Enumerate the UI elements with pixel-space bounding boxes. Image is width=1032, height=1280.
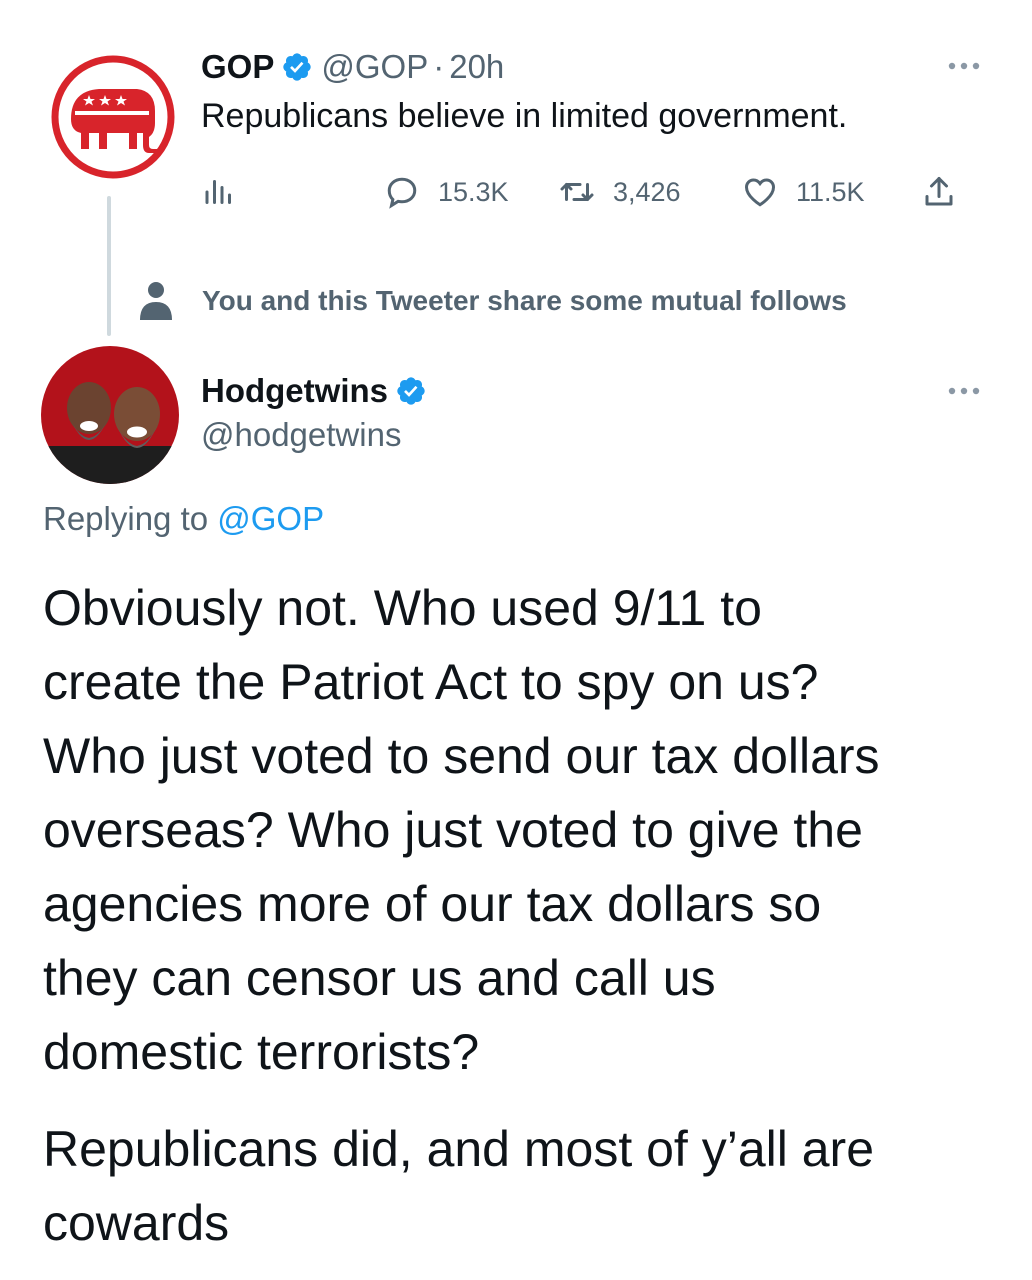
gop-author-name[interactable]: GOP (201, 48, 274, 86)
gop-tweet-text: Republicans believe in limited governmen… (201, 97, 848, 135)
reply-tweet-paragraph-1: Obviously not. Who used 9/11 to create t… (43, 580, 880, 1080)
thread-line (107, 196, 111, 336)
share-icon (925, 177, 953, 206)
verified-badge-icon (395, 375, 427, 407)
mutual-follows-notice: You and this Tweeter share some mutual f… (138, 278, 847, 324)
reply-icon (387, 177, 417, 209)
reply-count: 15.3K (438, 176, 509, 207)
replying-to-mention[interactable]: @GOP (217, 500, 324, 537)
more-options-icon[interactable] (940, 377, 988, 405)
tweet-timestamp[interactable]: 20h (449, 48, 504, 86)
reply-header: Hodgetwins (201, 368, 435, 414)
gop-handle[interactable]: @GOP (321, 48, 428, 86)
hodgetwins-avatar[interactable] (41, 346, 179, 484)
analytics-icon (205, 180, 231, 204)
more-options-icon[interactable] (940, 52, 988, 80)
analytics-button[interactable] (201, 164, 237, 220)
replying-to-label: Replying to (43, 500, 218, 537)
person-icon (140, 282, 172, 320)
like-button[interactable]: 11.5K (742, 164, 865, 220)
share-button[interactable] (921, 164, 957, 220)
tweet-action-bar: 15.3K 3,426 11.5K (201, 164, 971, 220)
verified-badge-icon (281, 51, 313, 83)
gop-avatar[interactable] (49, 53, 177, 181)
replying-to-line: Replying to @GOP (43, 500, 324, 538)
retweet-button[interactable]: 3,426 (559, 164, 681, 220)
mutual-follows-text: You and this Tweeter share some mutual f… (202, 285, 847, 316)
retweet-icon (560, 183, 594, 201)
hodgetwins-author-name[interactable]: Hodgetwins (201, 372, 388, 410)
gop-tweet-header: GOP @GOP · 20h (201, 44, 504, 90)
hodgetwins-handle[interactable]: @hodgetwins (201, 416, 401, 454)
reply-tweet-paragraph-2: Republicans did, and most of y’all are c… (43, 1121, 875, 1251)
separator-dot: · (433, 48, 445, 85)
reply-button[interactable]: 15.3K (384, 164, 509, 220)
like-count: 11.5K (796, 176, 865, 207)
heart-icon (744, 178, 776, 207)
retweet-count: 3,426 (613, 176, 681, 207)
